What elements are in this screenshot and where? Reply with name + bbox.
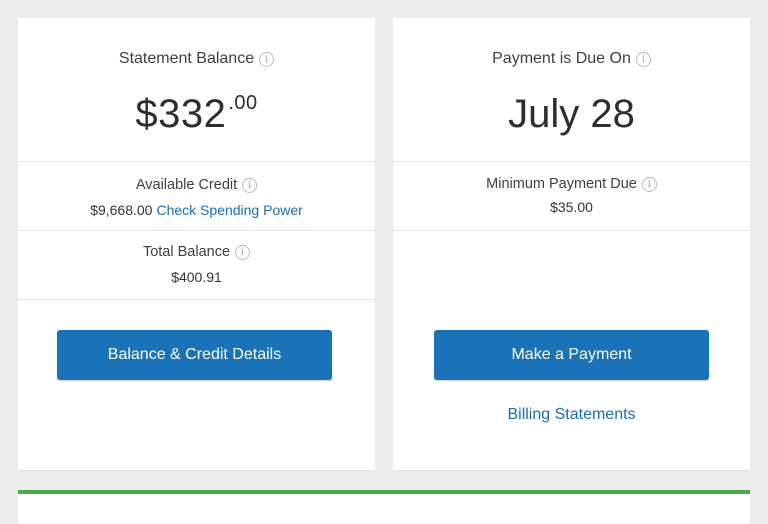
statement-balance-section: Statement Balance i $332.00	[18, 18, 375, 162]
minimum-payment-value: $35.00	[550, 199, 593, 215]
balance-credit-details-button[interactable]: Balance & Credit Details	[57, 330, 332, 380]
info-icon[interactable]: i	[242, 178, 258, 193]
available-credit-row: Available Credit i $9,668.00 Check Spendin…	[18, 162, 375, 231]
statement-balance-label: Statement Balance	[118, 50, 255, 67]
statement-card: Statement Balance i $332.00 Available Cre…	[18, 18, 375, 470]
total-balance-row: Total Balance i $400.91	[18, 231, 375, 300]
info-icon[interactable]: i	[641, 177, 657, 192]
total-balance-value: $400.91	[171, 269, 222, 285]
check-spending-power-link[interactable]: Check Spending Power	[156, 202, 302, 218]
info-icon[interactable]: i	[259, 52, 275, 67]
total-balance-label: Total Balance	[142, 244, 231, 260]
available-credit-value: $9,668.00	[90, 202, 153, 218]
minimum-payment-row: Minimum Payment Due i $35.00	[393, 162, 750, 231]
statement-balance-cents: .00	[228, 92, 258, 114]
payment-due-label: Payment is Due On	[492, 50, 631, 67]
next-panel	[18, 490, 750, 524]
payment-card: Payment is Due On i July 28 Minimum Payme…	[393, 18, 750, 470]
billing-statements-link[interactable]: Billing Statements	[393, 406, 750, 424]
statement-balance-amount: $332.00	[18, 92, 375, 137]
info-icon[interactable]: i	[235, 245, 251, 260]
available-credit-label: Available Credit	[135, 177, 238, 193]
minimum-payment-label: Minimum Payment Due	[486, 176, 637, 192]
statement-balance-dollars: $332	[135, 92, 227, 136]
payment-due-date: July 28	[508, 92, 635, 136]
make-payment-button[interactable]: Make a Payment	[434, 330, 709, 380]
info-icon[interactable]: i	[635, 52, 651, 67]
payment-due-section: Payment is Due On i July 28	[393, 18, 750, 162]
